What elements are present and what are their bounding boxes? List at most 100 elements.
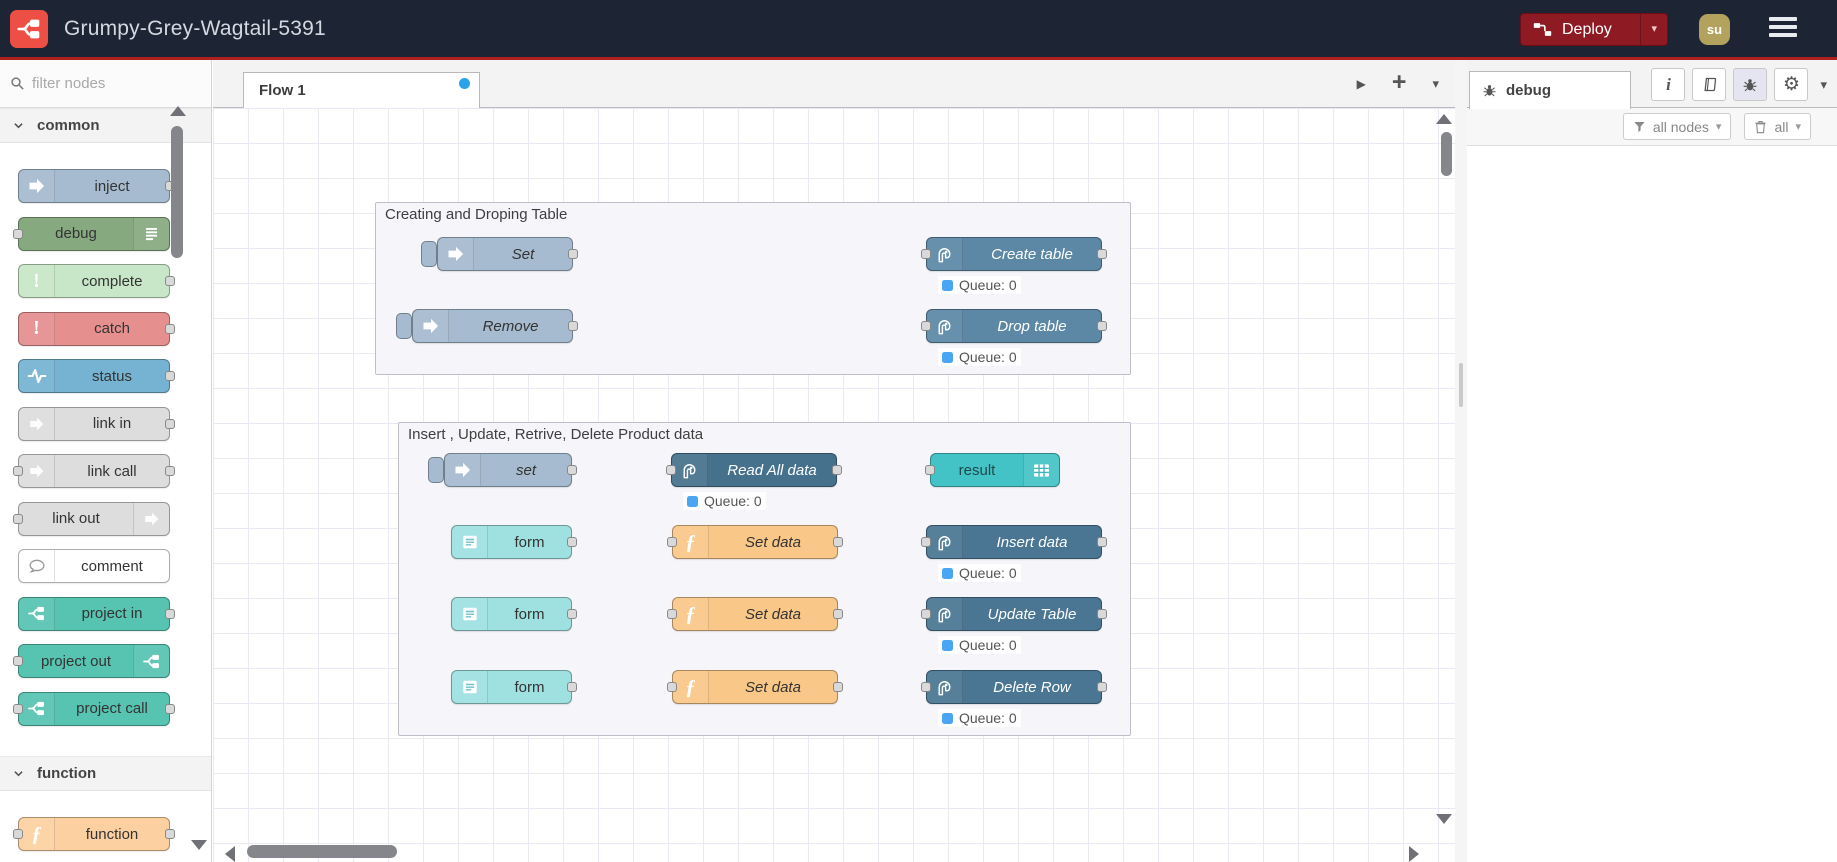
- output-port[interactable]: [165, 323, 175, 334]
- palette-node-comment[interactable]: comment: [18, 549, 170, 583]
- output-port[interactable]: [833, 609, 843, 619]
- output-port[interactable]: [567, 609, 577, 619]
- canvas-node-set[interactable]: set: [428, 453, 577, 487]
- palette-node-project-in[interactable]: project in: [18, 596, 175, 631]
- output-port[interactable]: [833, 537, 843, 547]
- output-port[interactable]: [1097, 609, 1107, 619]
- output-port[interactable]: [1097, 249, 1107, 259]
- input-port[interactable]: [13, 703, 23, 714]
- input-port[interactable]: [921, 537, 931, 547]
- tab-flow-1[interactable]: Flow 1: [243, 72, 480, 109]
- canvas-node-result[interactable]: result: [925, 453, 1060, 487]
- flow-canvas[interactable]: Creating and Droping Table Set Create tabl…: [213, 108, 1455, 862]
- main-menu-button[interactable]: [1769, 17, 1797, 41]
- output-port[interactable]: [165, 276, 175, 286]
- canvas-node-create-table[interactable]: Create table: [921, 237, 1107, 271]
- output-port[interactable]: [1097, 682, 1107, 692]
- inject-button[interactable]: [421, 241, 437, 267]
- help-tab-button[interactable]: [1692, 68, 1727, 101]
- inject-button[interactable]: [396, 313, 412, 339]
- canvas-node-insert-data[interactable]: Insert data: [921, 525, 1107, 559]
- input-port[interactable]: [13, 228, 23, 239]
- canvas-node-form[interactable]: form: [451, 597, 577, 631]
- input-port[interactable]: [921, 682, 931, 692]
- tab-debug[interactable]: debug: [1469, 71, 1631, 109]
- canvas-vscrollbar-thumb[interactable]: [1441, 132, 1452, 176]
- debug-filter-button[interactable]: all nodes ▾: [1622, 113, 1732, 140]
- canvas-node-set[interactable]: Set: [421, 237, 578, 271]
- output-port[interactable]: [165, 608, 175, 619]
- inject-button[interactable]: [428, 457, 444, 483]
- palette-node-catch[interactable]: ! catch: [18, 311, 175, 346]
- user-avatar[interactable]: su: [1699, 14, 1730, 45]
- palette-scrollbar-thumb[interactable]: [171, 126, 183, 258]
- output-port[interactable]: [568, 249, 578, 259]
- palette-node-status[interactable]: status: [18, 359, 175, 393]
- debug-clear-button[interactable]: all ▾: [1744, 113, 1811, 140]
- canvas-node-drop-table[interactable]: Drop table: [921, 309, 1107, 343]
- deploy-options-caret[interactable]: ▾: [1640, 14, 1667, 45]
- palette-node-complete[interactable]: ! complete: [18, 264, 175, 298]
- palette-node-project-out[interactable]: project out: [13, 644, 170, 678]
- input-port[interactable]: [921, 249, 931, 259]
- input-port[interactable]: [13, 513, 23, 524]
- canvas-node-form[interactable]: form: [451, 525, 577, 559]
- palette-node-function[interactable]: ƒ function: [13, 817, 175, 851]
- input-port[interactable]: [13, 829, 23, 839]
- canvas-hscrollbar-thumb[interactable]: [247, 845, 397, 858]
- input-port[interactable]: [13, 656, 23, 666]
- splitter-handle[interactable]: [1459, 363, 1463, 407]
- tab-scroll-right-icon[interactable]: ▶: [1357, 77, 1366, 91]
- output-port[interactable]: [1097, 537, 1107, 547]
- palette-node-link-in[interactable]: link in: [18, 406, 175, 441]
- palette-node-inject[interactable]: inject: [18, 169, 175, 203]
- palette-node-project-call[interactable]: project call: [13, 691, 175, 726]
- output-port[interactable]: [833, 682, 843, 692]
- canvas-node-set-data[interactable]: ƒ Set data: [667, 597, 843, 631]
- canvas-node-form[interactable]: form: [451, 670, 577, 704]
- output-port[interactable]: [567, 465, 577, 475]
- palette-scroll-up-arrow[interactable]: [170, 106, 186, 116]
- output-port[interactable]: [832, 465, 842, 475]
- canvas-node-update-table[interactable]: Update Table: [921, 597, 1107, 631]
- canvas-scroll-up-arrow[interactable]: [1436, 114, 1452, 124]
- palette-node-link-out[interactable]: link out: [13, 501, 170, 536]
- debug-tab-button[interactable]: [1733, 68, 1768, 101]
- input-port[interactable]: [667, 537, 677, 547]
- canvas-node-delete-row[interactable]: Delete Row: [921, 670, 1107, 704]
- input-port[interactable]: [925, 465, 935, 475]
- input-port[interactable]: [666, 465, 676, 475]
- output-port[interactable]: [568, 321, 578, 331]
- palette-category-function[interactable]: function: [0, 756, 211, 791]
- canvas-scroll-left-arrow[interactable]: [225, 846, 235, 862]
- input-port[interactable]: [13, 466, 23, 476]
- palette-node-link-call[interactable]: link call: [13, 454, 175, 488]
- palette-node-debug[interactable]: debug: [13, 216, 170, 251]
- info-tab-button[interactable]: i: [1651, 68, 1686, 101]
- canvas-scroll-right-arrow[interactable]: [1409, 846, 1419, 862]
- deploy-button[interactable]: Deploy ▾: [1520, 13, 1668, 46]
- input-port[interactable]: [921, 321, 931, 331]
- input-port[interactable]: [667, 682, 677, 692]
- output-port[interactable]: [1097, 321, 1107, 331]
- canvas-node-set-data[interactable]: ƒ Set data: [667, 525, 843, 559]
- output-port[interactable]: [567, 682, 577, 692]
- output-port[interactable]: [165, 466, 175, 476]
- canvas-node-read-all-data[interactable]: Read All data: [666, 453, 842, 487]
- output-port[interactable]: [165, 829, 175, 839]
- palette-scroll-down-arrow[interactable]: [191, 840, 207, 850]
- config-tab-button[interactable]: ⚙: [1774, 68, 1809, 101]
- canvas-node-set-data[interactable]: ƒ Set data: [667, 670, 843, 704]
- output-port[interactable]: [567, 537, 577, 547]
- add-flow-button[interactable]: +: [1392, 68, 1407, 97]
- input-port[interactable]: [921, 609, 931, 619]
- input-port[interactable]: [667, 609, 677, 619]
- output-port[interactable]: [165, 418, 175, 429]
- canvas-node-remove[interactable]: Remove: [396, 309, 578, 343]
- output-port[interactable]: [165, 371, 175, 381]
- output-port[interactable]: [165, 703, 175, 714]
- flow-list-caret-icon[interactable]: ▾: [1432, 76, 1439, 92]
- palette-filter-input[interactable]: [32, 75, 182, 92]
- sidebar-options-caret-icon[interactable]: ▾: [1820, 77, 1827, 93]
- canvas-scroll-down-arrow[interactable]: [1436, 814, 1452, 824]
